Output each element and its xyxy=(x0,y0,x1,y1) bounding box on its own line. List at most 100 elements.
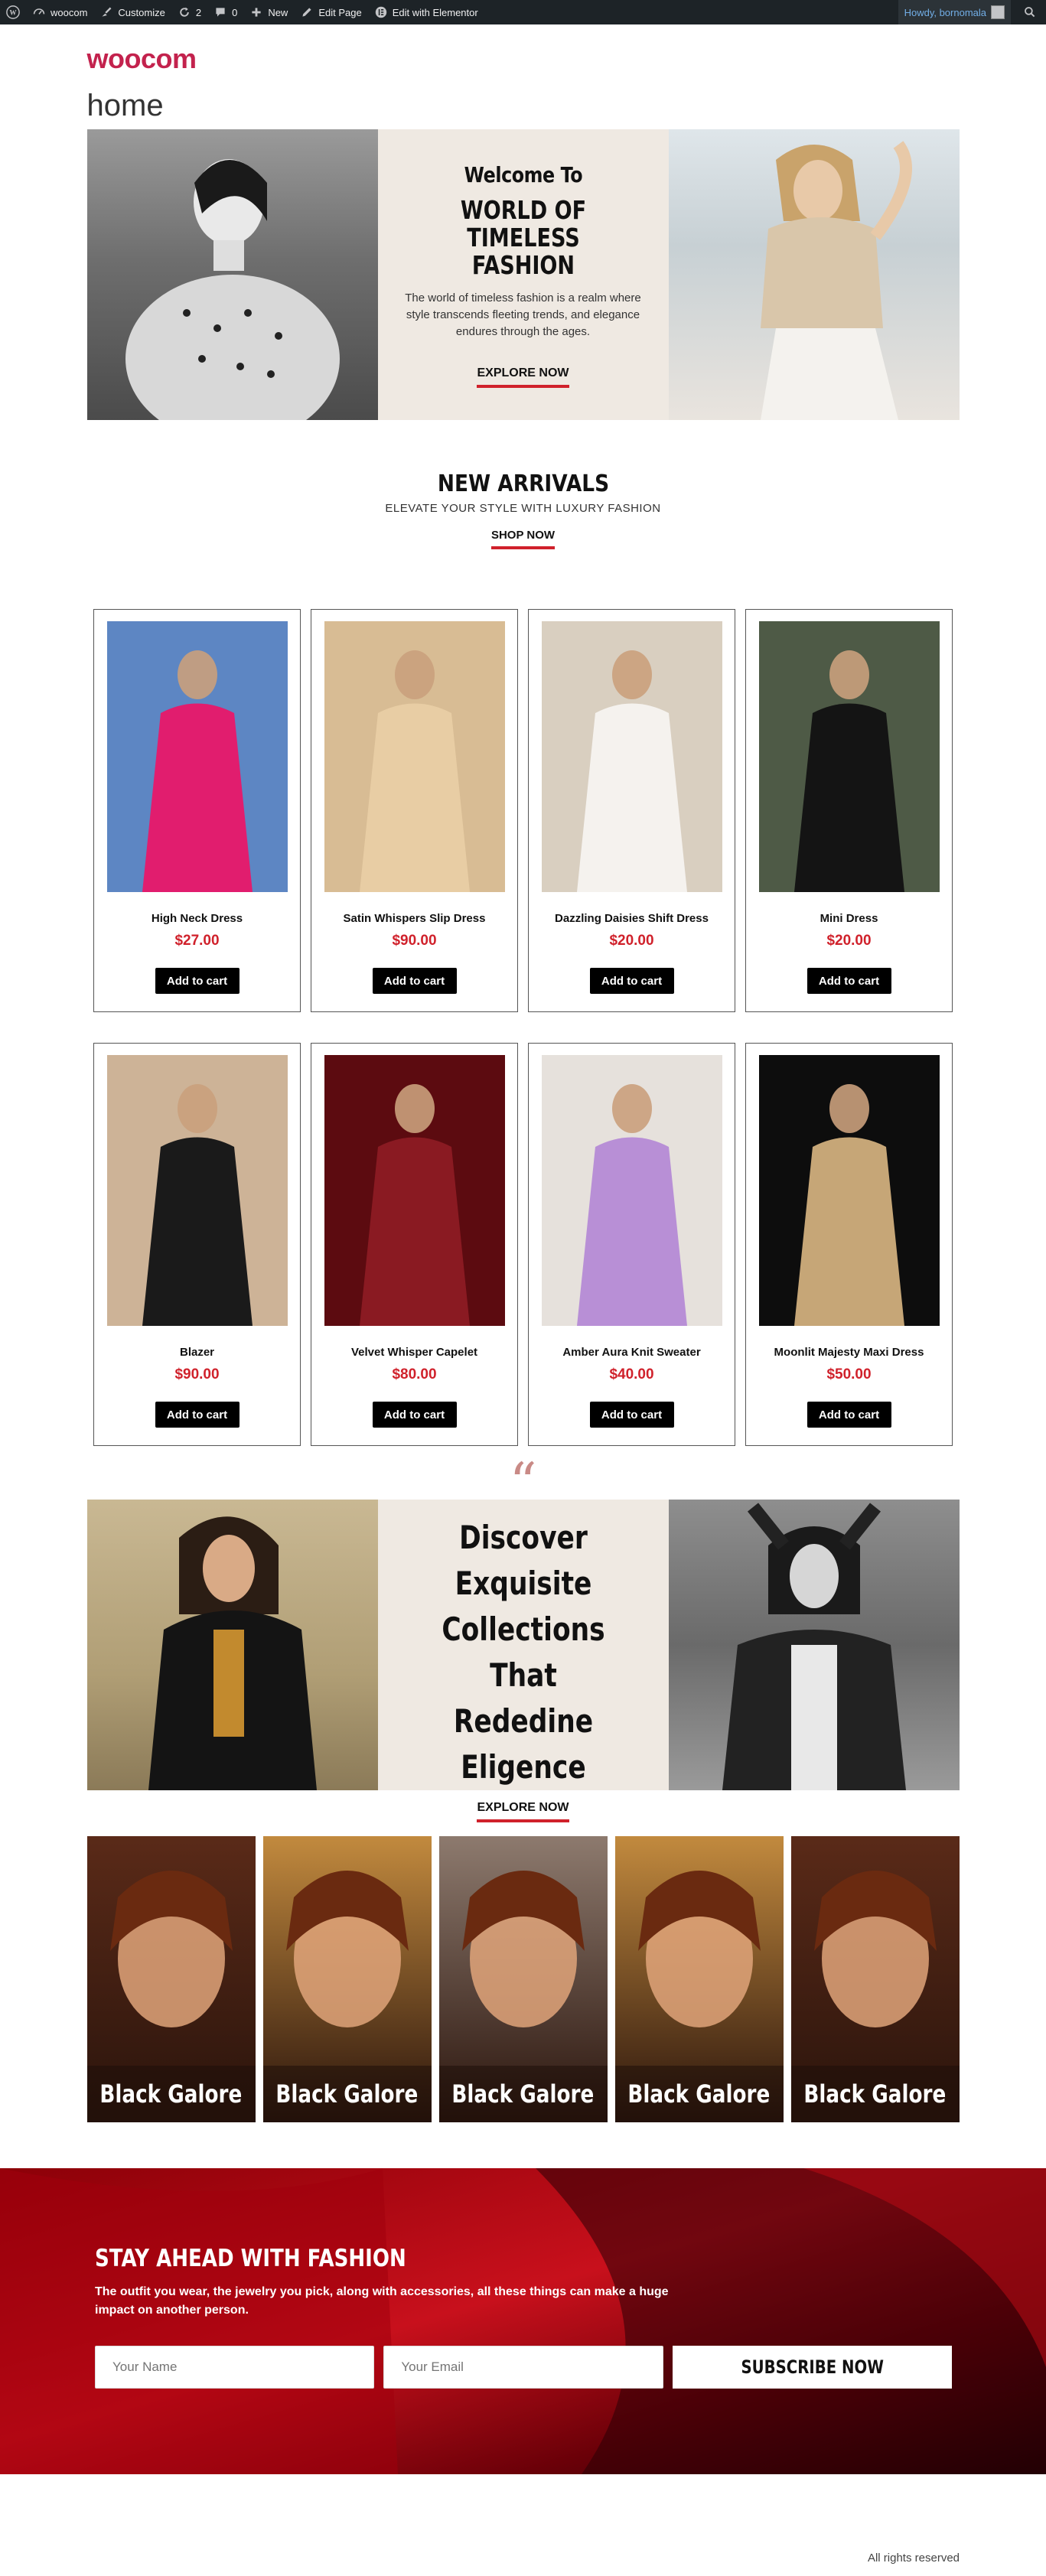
product-grid: High Neck Dress $27.00 Add to cart Satin Wh… xyxy=(87,609,960,1446)
product-price: $27.00 xyxy=(174,933,220,949)
galore-tile[interactable]: Black Galore xyxy=(438,1836,608,2122)
footer: All rights reserved xyxy=(0,2474,1046,2574)
add-to-cart-button[interactable]: Add to cart xyxy=(806,1402,891,1428)
product-name[interactable]: Amber Aura Knit Sweater xyxy=(562,1346,700,1359)
product-name[interactable]: High Neck Dress xyxy=(152,912,243,925)
subscribe-text: The outfit you wear, the jewelry you pic… xyxy=(95,2285,669,2317)
arrivals-subtitle: ELEVATE YOUR STYLE WITH LUXURY FASHION xyxy=(385,502,661,515)
discover-title-line-3: Rededine Eligence xyxy=(453,1702,593,1786)
galore-tile[interactable]: Black Galore xyxy=(614,1836,784,2122)
wordpress-menu[interactable]: W xyxy=(6,0,20,24)
galore-caption: Black Galore xyxy=(438,2066,608,2122)
svg-text:W: W xyxy=(10,9,17,17)
discover-text-panel: “ Discover Exquisite Collections That Re… xyxy=(377,1456,669,1822)
galore-label: Black Galore xyxy=(275,2079,419,2109)
name-field[interactable] xyxy=(95,2346,375,2389)
product-figure xyxy=(793,650,904,892)
galore-tile[interactable]: Black Galore xyxy=(86,1836,256,2122)
discover-title-line-1: Discover Exquisite xyxy=(455,1519,591,1602)
quote-icon: “ xyxy=(509,1451,537,1514)
product-name[interactable]: Dazzling Daisies Shift Dress xyxy=(555,912,709,925)
product-image[interactable] xyxy=(106,621,288,892)
product-price: $90.00 xyxy=(392,933,437,949)
product-card: Blazer $90.00 Add to cart xyxy=(93,1043,301,1446)
search-icon xyxy=(1023,5,1037,19)
subscribe-button[interactable]: SUBSCRIBE NOW xyxy=(672,2346,952,2389)
add-to-cart-button[interactable]: Add to cart xyxy=(155,968,240,994)
shop-now-link[interactable]: SHOP NOW xyxy=(490,529,556,549)
avatar xyxy=(991,5,1005,19)
product-figure xyxy=(359,650,470,892)
product-card: Dazzling Daisies Shift Dress $20.00 Add to… xyxy=(528,609,735,1012)
galore-tile[interactable]: Black Galore xyxy=(262,1836,432,2122)
subscribe-section: STAY AHEAD WITH FASHION The outfit you w… xyxy=(0,2168,1046,2474)
hero-section: Welcome To WORLD OF TIMELESS FASHION The… xyxy=(86,129,960,420)
copyright-text: All rights reserved xyxy=(867,2552,960,2565)
hero-text-panel: Welcome To WORLD OF TIMELESS FASHION The… xyxy=(377,129,669,420)
add-to-cart-button[interactable]: Add to cart xyxy=(806,968,891,994)
product-image[interactable] xyxy=(541,1055,722,1326)
new-label: New xyxy=(268,6,288,18)
galore-caption: Black Galore xyxy=(262,2066,432,2122)
edit-page-label: Edit Page xyxy=(318,6,362,18)
product-image[interactable] xyxy=(106,1055,288,1326)
product-name[interactable]: Blazer xyxy=(180,1346,214,1359)
hero-left-figure xyxy=(125,159,340,420)
site-logo[interactable]: woocom xyxy=(87,24,960,75)
product-name[interactable]: Velvet Whisper Capelet xyxy=(351,1346,477,1359)
customize-link[interactable]: Customize xyxy=(99,0,165,24)
add-to-cart-button[interactable]: Add to cart xyxy=(155,1402,240,1428)
hero-title: WORLD OF TIMELESS FASHION xyxy=(460,194,586,280)
explore-now-link[interactable]: EXPLORE NOW xyxy=(477,366,569,388)
comments-link[interactable]: 0 xyxy=(213,0,237,24)
galore-label: Black Galore xyxy=(99,2079,243,2109)
product-price: $20.00 xyxy=(609,933,654,949)
product-image[interactable] xyxy=(758,621,940,892)
dashboard-icon xyxy=(32,5,46,19)
page-container: woocom home Welcome To WORLD OF TIMELESS… xyxy=(86,24,960,2122)
site-name-link[interactable]: woocom xyxy=(32,0,87,24)
subscribe-title: STAY AHEAD WITH FASHION xyxy=(95,2245,406,2272)
product-image[interactable] xyxy=(541,621,722,892)
account-menu[interactable]: Howdy, bornomala xyxy=(898,0,1011,24)
elementor-icon xyxy=(374,5,388,19)
discover-right-image xyxy=(668,1500,960,1790)
pencil-icon xyxy=(300,5,314,19)
product-price: $50.00 xyxy=(826,1366,872,1382)
product-name[interactable]: Satin Whispers Slip Dress xyxy=(344,912,486,925)
product-figure xyxy=(359,1084,470,1326)
comment-icon xyxy=(213,5,227,19)
galore-tile[interactable]: Black Galore xyxy=(790,1836,960,2122)
galore-row: Black Galore Black Galore Black Galore Blac… xyxy=(86,1836,960,2122)
product-image[interactable] xyxy=(758,1055,940,1326)
customize-label: Customize xyxy=(118,6,165,18)
new-content-link[interactable]: New xyxy=(249,0,288,24)
updates-link[interactable]: 2 xyxy=(178,0,201,24)
comments-count: 0 xyxy=(232,6,238,18)
product-card: Amber Aura Knit Sweater $40.00 Add to cart xyxy=(528,1043,735,1446)
admin-bar: W woocom Customize 2 0 New Edit Page Edi… xyxy=(0,0,1046,24)
product-image[interactable] xyxy=(324,1055,505,1326)
edit-page-link[interactable]: Edit Page xyxy=(300,0,362,24)
product-image[interactable] xyxy=(324,621,505,892)
subscribe-content: STAY AHEAD WITH FASHION The outfit you w… xyxy=(95,2245,952,2389)
discover-left-image xyxy=(86,1500,378,1790)
add-to-cart-button[interactable]: Add to cart xyxy=(589,968,674,994)
subscribe-form: SUBSCRIBE NOW xyxy=(95,2346,952,2389)
email-field[interactable] xyxy=(383,2346,663,2389)
product-card: Satin Whispers Slip Dress $90.00 Add to ca… xyxy=(311,609,518,1012)
edit-elementor-link[interactable]: Edit with Elementor xyxy=(374,0,478,24)
product-name[interactable]: Moonlit Majesty Maxi Dress xyxy=(774,1346,924,1359)
discover-title: Discover Exquisite Collections That Rede… xyxy=(404,1515,643,1790)
product-card: Velvet Whisper Capelet $80.00 Add to cart xyxy=(311,1043,518,1446)
add-to-cart-button[interactable]: Add to cart xyxy=(372,1402,457,1428)
add-to-cart-button[interactable]: Add to cart xyxy=(589,1402,674,1428)
refresh-icon xyxy=(178,5,191,19)
hero-welcome: Welcome To xyxy=(464,161,582,187)
galore-label: Black Galore xyxy=(451,2079,595,2109)
product-name[interactable]: Mini Dress xyxy=(820,912,878,925)
add-to-cart-button[interactable]: Add to cart xyxy=(372,968,457,994)
admin-search[interactable] xyxy=(1023,0,1037,24)
product-card: Mini Dress $20.00 Add to cart xyxy=(745,609,953,1012)
discover-explore-link[interactable]: EXPLORE NOW xyxy=(477,1801,569,1822)
